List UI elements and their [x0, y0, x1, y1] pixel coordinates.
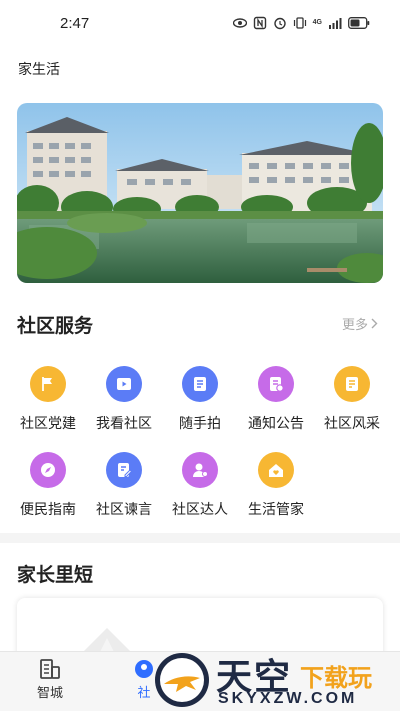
service-label: 社区风采	[324, 415, 380, 431]
eye-icon	[232, 18, 247, 28]
section-divider	[0, 533, 400, 543]
service-label: 生活管家	[248, 501, 304, 517]
service-snapshot[interactable]: 随手拍	[162, 366, 238, 433]
watermark: 天空 下载玩 SKYXZW.COM	[150, 648, 400, 711]
note-icon	[182, 366, 218, 402]
service-label: 便民指南	[20, 501, 76, 517]
watermark-url: SKYXZW.COM	[218, 690, 358, 707]
watermark-sub: 下载玩	[300, 665, 372, 692]
service-label: 通知公告	[248, 415, 304, 431]
status-bar: 2:47 4G	[0, 0, 400, 48]
service-notices[interactable]: 通知公告	[238, 366, 314, 433]
home-heart-icon	[258, 452, 294, 488]
service-label: 社区达人	[172, 501, 228, 517]
person-icon	[182, 452, 218, 488]
tab-label: 智城	[36, 685, 63, 700]
battery-icon	[348, 17, 370, 29]
status-icons: 4G	[232, 16, 370, 30]
tab-smart-city[interactable]: 智城	[20, 658, 80, 701]
flag-icon	[30, 366, 66, 402]
service-guide[interactable]: 便民指南	[10, 452, 86, 519]
service-life-butler[interactable]: 生活管家	[238, 452, 314, 519]
service-watch-community[interactable]: 我看社区	[86, 366, 162, 433]
community-landscape-image	[17, 103, 383, 283]
service-label: 社区谏言	[96, 501, 152, 517]
service-experts[interactable]: 社区达人	[162, 452, 238, 519]
compass-icon	[30, 452, 66, 488]
service-community-style[interactable]: 社区风采	[314, 366, 390, 433]
community-services-title: 社区服务	[17, 316, 94, 337]
status-time: 2:47	[60, 15, 90, 32]
parents-talk-title: 家长里短	[17, 565, 94, 586]
building-icon	[40, 659, 60, 679]
edit-icon	[106, 452, 142, 488]
watermark-logo-icon	[155, 653, 209, 707]
nfc-icon	[253, 16, 266, 30]
network-type: 4G	[312, 19, 322, 26]
more-label: 更多	[341, 317, 368, 332]
service-label: 社区党建	[20, 415, 76, 431]
service-party-building[interactable]: 社区党建	[10, 366, 86, 433]
service-suggestions[interactable]: 社区谏言	[86, 452, 162, 519]
signal-icon	[329, 18, 342, 29]
service-label: 随手拍	[179, 415, 221, 431]
video-icon	[106, 366, 142, 402]
chevron-right-icon	[371, 318, 378, 329]
alarm-icon	[273, 17, 286, 30]
banner-image[interactable]	[17, 103, 383, 283]
app-title: 家生活	[18, 61, 60, 77]
more-link[interactable]: 更多	[342, 314, 378, 333]
notice-icon	[258, 366, 294, 402]
vibrate-icon	[293, 17, 306, 29]
doc-icon	[334, 366, 370, 402]
service-label: 我看社区	[96, 415, 152, 431]
